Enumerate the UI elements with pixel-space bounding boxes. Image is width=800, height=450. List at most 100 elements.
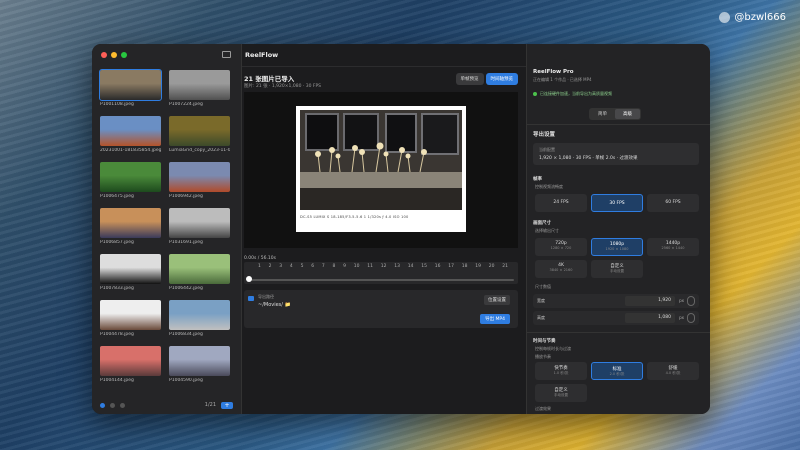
panel-subtitle: 正在编辑 1 个作品 · 已选择 MP4 bbox=[533, 77, 592, 82]
export-path: ~/Movies/ 📁 bbox=[258, 302, 291, 308]
height-input[interactable]: 1,080 bbox=[625, 313, 675, 323]
size-4k-button[interactable]: 4K 3840 × 2160 bbox=[535, 260, 587, 278]
main-area: ReelFlow 21 张图片已导入 图片: 21 张 · 1,920×1,08… bbox=[242, 44, 526, 414]
timeline-tick: 7 bbox=[321, 264, 325, 269]
thumbnail-caption: P1004144.jpeg bbox=[100, 378, 134, 383]
timing-heading: 时间与节奏 bbox=[533, 339, 556, 344]
sidebar-toggle-icon[interactable] bbox=[222, 51, 231, 58]
watermark: @bzwl666 bbox=[719, 12, 786, 23]
thumbnail-image bbox=[100, 346, 161, 376]
photo-thumbnail[interactable]: P1004144.jpeg bbox=[100, 346, 161, 386]
tab-timeline[interactable]: 时间轴预览 bbox=[485, 73, 518, 85]
location-settings-button[interactable]: 位置设置 bbox=[484, 295, 510, 305]
fps-subtitle: 控制视频流畅度 bbox=[535, 184, 563, 189]
timeline-tick: 15 bbox=[421, 264, 427, 269]
timeline-tick: 20 bbox=[488, 264, 495, 269]
zoom-button[interactable] bbox=[121, 52, 127, 58]
thumbnail-image bbox=[100, 300, 161, 330]
timeline-tick: 4 bbox=[289, 264, 293, 269]
thumbnail-image bbox=[99, 69, 162, 101]
status-line: 已连接硬件加速，当前导出为高质量视频 bbox=[533, 91, 612, 97]
timeline-tick: 17 bbox=[448, 264, 454, 269]
timeline-tick: 16 bbox=[434, 264, 441, 269]
photo-thumbnail[interactable]: P1006857.jpeg bbox=[100, 208, 161, 248]
thumbnail-caption: P1006857.jpeg bbox=[100, 240, 134, 245]
photo-thumbnail[interactable]: P1006442.jpeg bbox=[169, 254, 230, 294]
photo-thumbnail[interactable]: P1006834.jpeg bbox=[169, 300, 230, 340]
pace-options-row1: 快节奏 1.0 秒/张 标准 2.0 秒/张 舒缓 4.0 秒/张 bbox=[535, 362, 699, 380]
thumbnail-caption: 20231001-181835854.jpeg bbox=[100, 148, 161, 153]
height-row: 高度 1,080 px bbox=[533, 311, 699, 325]
width-input[interactable]: 1,920 bbox=[625, 296, 675, 306]
export-mp4-button[interactable]: 导出 MP4 bbox=[480, 314, 510, 324]
status-dot-icon bbox=[533, 92, 537, 96]
photo-thumbnail[interactable]: 20231001-181835854.jpeg bbox=[100, 116, 161, 156]
tab-single-frame[interactable]: 单帧预览 bbox=[455, 73, 484, 85]
photo-thumbnail[interactable]: P1031691.jpeg bbox=[169, 208, 230, 248]
thumbnail-image bbox=[169, 208, 230, 238]
thumbnail-caption: P1004590.jpeg bbox=[169, 378, 203, 383]
timeline-time: 0.00s / 56.10s bbox=[244, 256, 276, 261]
photo-thumbnail[interactable]: P1001108.jpeg bbox=[99, 69, 162, 110]
thumbnail-image bbox=[169, 116, 230, 146]
add-photo-button[interactable]: + bbox=[221, 401, 233, 409]
thumbnail-caption: P1004478.jpeg bbox=[100, 332, 134, 337]
thumbnail-grid: P1001108.jpeg P1007224.jpeg 20231001-18183… bbox=[99, 69, 234, 386]
panel-title: ReelFlow Pro bbox=[533, 69, 574, 75]
timeline-tick: 3 bbox=[279, 264, 283, 269]
fps-24-button[interactable]: 24 FPS bbox=[535, 194, 587, 212]
project-title: 21 张图片已导入 bbox=[244, 75, 295, 83]
thumbnail-image bbox=[100, 208, 161, 238]
timeline-ruler[interactable]: 1 2 3 4 5 6 7 8 9 10 11 12 13 14 15 16 17 18 19 20 21 bbox=[244, 262, 518, 284]
divider bbox=[527, 124, 710, 125]
size-1080p-button[interactable]: 1080p 1920 × 1080 bbox=[591, 238, 643, 256]
dot-icon bbox=[110, 402, 115, 408]
summary-text: 1,920 × 1,080 · 30 FPS · 单帧 2.0s · 过渡效果 bbox=[539, 156, 638, 161]
export-panel: 导出路径 ~/Movies/ 📁 位置设置 导出 MP4 bbox=[244, 290, 518, 328]
pace-slow-button[interactable]: 舒缓 4.0 秒/张 bbox=[647, 362, 699, 380]
timeline-tick: 1 bbox=[258, 264, 261, 269]
width-label: 宽度 bbox=[537, 298, 545, 303]
thumbnail-caption: P1001108.jpeg bbox=[100, 102, 134, 107]
size-1440p-button[interactable]: 1440p 2560 × 1440 bbox=[647, 238, 699, 256]
minimize-button[interactable] bbox=[111, 52, 117, 58]
fps-30-button[interactable]: 30 FPS bbox=[591, 194, 643, 212]
height-label: 高度 bbox=[537, 315, 545, 320]
thumbnail-caption: P1006942.jpeg bbox=[169, 194, 203, 199]
divider bbox=[527, 332, 710, 333]
timeline-tick: 11 bbox=[367, 264, 373, 269]
timeline-ticks: 1 2 3 4 5 6 7 8 9 10 11 12 13 14 15 16 17 18 19 20 21 bbox=[258, 264, 508, 269]
size-custom-button[interactable]: 自定义 手动设置 bbox=[591, 260, 643, 278]
size-720p-button[interactable]: 720p 1280 × 720 bbox=[535, 238, 587, 256]
pace-fast-button[interactable]: 快节奏 1.0 秒/张 bbox=[535, 362, 587, 380]
photo-thumbnail[interactable]: LumiaGrid_copy_2023-11-0... bbox=[169, 116, 230, 156]
timeline-track[interactable] bbox=[248, 279, 514, 281]
transition-label: 过渡效果 bbox=[535, 406, 551, 411]
photo-thumbnail[interactable]: P1004590.jpeg bbox=[169, 346, 230, 386]
fps-60-button[interactable]: 60 FPS bbox=[647, 194, 699, 212]
size-options-row2: 4K 3840 × 2160 自定义 手动设置 bbox=[535, 260, 643, 278]
photo-thumbnail[interactable]: P1007833.jpeg bbox=[100, 254, 161, 294]
width-stepper[interactable] bbox=[687, 296, 695, 306]
thumbnail-image bbox=[169, 162, 230, 192]
close-button[interactable] bbox=[101, 52, 107, 58]
photo-thumbnail[interactable]: P1007224.jpeg bbox=[169, 70, 230, 110]
pace-standard-button[interactable]: 标准 2.0 秒/张 bbox=[591, 362, 643, 380]
thumbnail-image bbox=[169, 346, 230, 376]
timeline-tick: 21 bbox=[502, 264, 508, 269]
photo-thumbnail[interactable]: P1006942.jpeg bbox=[169, 162, 230, 202]
tab-simple[interactable]: 简单 bbox=[590, 109, 615, 119]
sidebar-footer: 1/21 + bbox=[92, 396, 241, 414]
pace-options-row2: 自定义 手动设置 bbox=[535, 384, 587, 402]
thumbnail-image bbox=[169, 70, 230, 100]
tab-advanced[interactable]: 高级 bbox=[615, 109, 640, 119]
thumbnail-image bbox=[169, 254, 230, 284]
mode-segment: 简单 高级 bbox=[589, 108, 641, 120]
timeline-tick: 5 bbox=[300, 264, 304, 269]
photo-thumbnail[interactable]: P1006475.jpeg bbox=[100, 162, 161, 202]
height-stepper[interactable] bbox=[687, 313, 695, 323]
pace-custom-button[interactable]: 自定义 手动设置 bbox=[535, 384, 587, 402]
photo-thumbnail[interactable]: P1004478.jpeg bbox=[100, 300, 161, 340]
preview-canvas: DC-S5 LUMIX S 18-185/F3.5-5.6 1 1/320s ƒ… bbox=[244, 92, 518, 248]
playhead-handle[interactable] bbox=[246, 276, 252, 282]
